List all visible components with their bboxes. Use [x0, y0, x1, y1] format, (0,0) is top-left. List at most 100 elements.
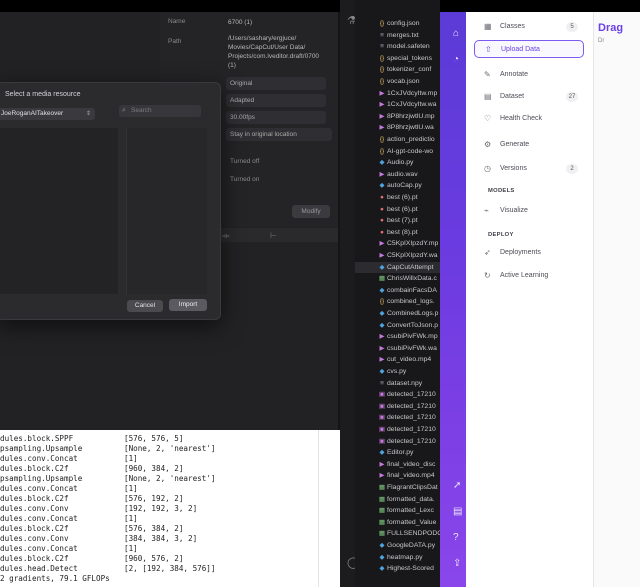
folder-path-select[interactable]: JoeRoganAITakeover ⇕ [0, 108, 95, 120]
terminal-line-args: [1] [124, 544, 138, 553]
terminal-line-name: dules.block.C2f [0, 554, 69, 563]
nav-item-classes[interactable]: ▦ Classes 5 [474, 18, 584, 36]
file-type-icon: ● [380, 217, 384, 225]
select-framerate[interactable]: 30.00fps [226, 111, 326, 124]
nav-item-visualize[interactable]: ⌁ Visualize [474, 202, 584, 220]
file-name: cut_video.mp4 [387, 356, 432, 364]
file-type-icon: ▣ [378, 402, 386, 410]
file-name: csubiPivFWk.wa [387, 344, 437, 352]
file-type-icon: {} [379, 54, 385, 62]
file-name: model.safeten [387, 43, 430, 51]
select-aspect[interactable]: Adapted [226, 94, 326, 107]
terminal-line-args: [960, 384, 2] [124, 464, 184, 473]
media-list[interactable] [0, 128, 118, 294]
prop-label-name: Name [168, 18, 186, 25]
select-resolution[interactable]: Original [226, 77, 326, 90]
file-type-icon: ≡ [380, 379, 384, 387]
select-location[interactable]: Stay in original location [226, 128, 332, 141]
file-type-icon: ◆ [379, 553, 385, 561]
file-name: combined_logs. [387, 298, 435, 306]
terminal-line-name: 2 gradients, 79.1 GFLOPs [0, 574, 110, 583]
nav-item-health-check[interactable]: ♡ Health Check [474, 110, 584, 128]
nav-item-deployments[interactable]: ➶ Deployments [474, 244, 584, 262]
file-type-icon: ▶ [379, 252, 385, 259]
file-type-icon: {} [379, 298, 385, 306]
file-type-icon: ◆ [379, 321, 385, 329]
terminal-line-name: dules.block.C2f [0, 464, 69, 473]
terminal-line-args: [None, 2, 'nearest'] [124, 474, 216, 483]
file-name: 1CxJVdcyItw.wa [387, 101, 437, 109]
book-icon[interactable]: ▤ [453, 506, 462, 517]
nav-item-dataset[interactable]: ▤ Dataset 27 [474, 88, 584, 106]
terminal-line-args: [960, 576, 2] [124, 554, 184, 563]
file-type-icon: ▶ [379, 333, 385, 341]
file-type-icon: {} [379, 147, 385, 155]
rocket-icon[interactable]: ➚ [453, 480, 461, 491]
file-type-icon: ◆ [379, 263, 385, 271]
file-type-icon: ◆ [379, 449, 385, 457]
file-name: final_video_disc [387, 460, 436, 468]
terminal-line-args: [576, 384, 2] [124, 524, 184, 533]
nav-item-upload-data[interactable]: ⇧ Upload Data [474, 40, 584, 58]
toggle-on-label[interactable]: Turned on [230, 176, 259, 183]
terminal-line-args: [2, [192, 384, 576]] [124, 564, 216, 573]
upload-icon: ⇧ [485, 45, 492, 54]
file-name: best (7).pt [387, 217, 418, 225]
file-type-icon: ● [380, 228, 384, 236]
nav-item-generate[interactable]: ⚙ Generate [474, 136, 584, 154]
file-type-icon: ◆ [379, 565, 385, 573]
terminal-line-args: [576, 576, 5] [124, 434, 184, 443]
search-input[interactable]: ⌕ Search [119, 105, 201, 117]
media-preview [126, 128, 207, 294]
desktop-screenshot: Name 6700 (1) Path /Users/sashary/ergjuc… [0, 0, 640, 587]
file-type-icon: ▶ [379, 101, 385, 109]
file-type-icon: ▦ [378, 495, 386, 503]
briefcase-icon[interactable]: ⌂ [453, 28, 459, 39]
file-name: formatted_data. [387, 495, 435, 503]
file-name: audio.wav [387, 170, 418, 178]
cancel-button[interactable]: Cancel [127, 300, 163, 312]
bell-icon[interactable]: ◔ [453, 54, 459, 65]
modify-button[interactable]: Modify [292, 205, 330, 218]
file-name: heatmap.py [387, 553, 423, 561]
file-name: tokenizer_conf [387, 66, 432, 74]
nav-item-label: Versions [500, 165, 527, 172]
import-button[interactable]: Import [169, 299, 207, 311]
file-type-icon: {} [379, 66, 385, 74]
nav-item-active-learning[interactable]: ↻ Active Learning [474, 267, 584, 285]
terminal-line-name: dules.conv.Concat [0, 544, 78, 553]
toggle-off-label[interactable]: Turned off [230, 158, 259, 165]
dataset-icon: ▤ [484, 92, 492, 101]
terminal-line-name: dules.conv.Concat [0, 454, 78, 463]
file-name: cvs.py [387, 368, 407, 375]
file-type-icon: ◆ [379, 286, 385, 294]
file-name: 8P8hrzjwtlU.mp [387, 112, 435, 120]
timeline-toolbar: ⟚ ⊢ [220, 228, 340, 242]
help-icon[interactable]: ? [453, 532, 459, 543]
file-name: formatted_Lexc [387, 507, 434, 515]
file-name: CombinedLogs.p [387, 310, 439, 317]
nav-item-label: Visualize [500, 207, 528, 214]
file-type-icon: ▶ [379, 240, 385, 248]
marker-icon[interactable]: ⊢ [270, 231, 277, 240]
nav-item-label: Annotate [500, 71, 529, 78]
nav-item-label: Upload Data [501, 46, 540, 53]
nav-item-label: Classes [500, 23, 525, 30]
file-type-icon: ◆ [379, 310, 385, 317]
nav-item-versions[interactable]: ◷ Versions 2 [474, 160, 584, 178]
split-icon[interactable]: ⟚ [222, 231, 230, 241]
file-type-icon: ▣ [378, 414, 386, 422]
tab-chip[interactable]: Dr [598, 38, 604, 44]
terminal-line-args: [384, 384, 3, 2] [124, 534, 198, 543]
terminal-output: dules.block.SPPF [576, 576, 5] psampling.U… [0, 430, 352, 587]
file-name: C5KpIXIpzdY.mp [387, 240, 439, 248]
file-name: action_predictio [387, 136, 435, 143]
nav-item-annotate[interactable]: ✎ Annotate [474, 66, 584, 84]
nav-item-label: Dataset [500, 93, 525, 100]
upload-icon[interactable]: ⇪ [453, 558, 461, 569]
file-name: GoogleDATA.py [387, 542, 436, 549]
file-type-icon: ● [380, 205, 384, 213]
annotate-icon: ✎ [484, 70, 491, 79]
file-name: detected_17210 [387, 391, 436, 399]
file-name: FULLSENDPODC [387, 530, 443, 538]
